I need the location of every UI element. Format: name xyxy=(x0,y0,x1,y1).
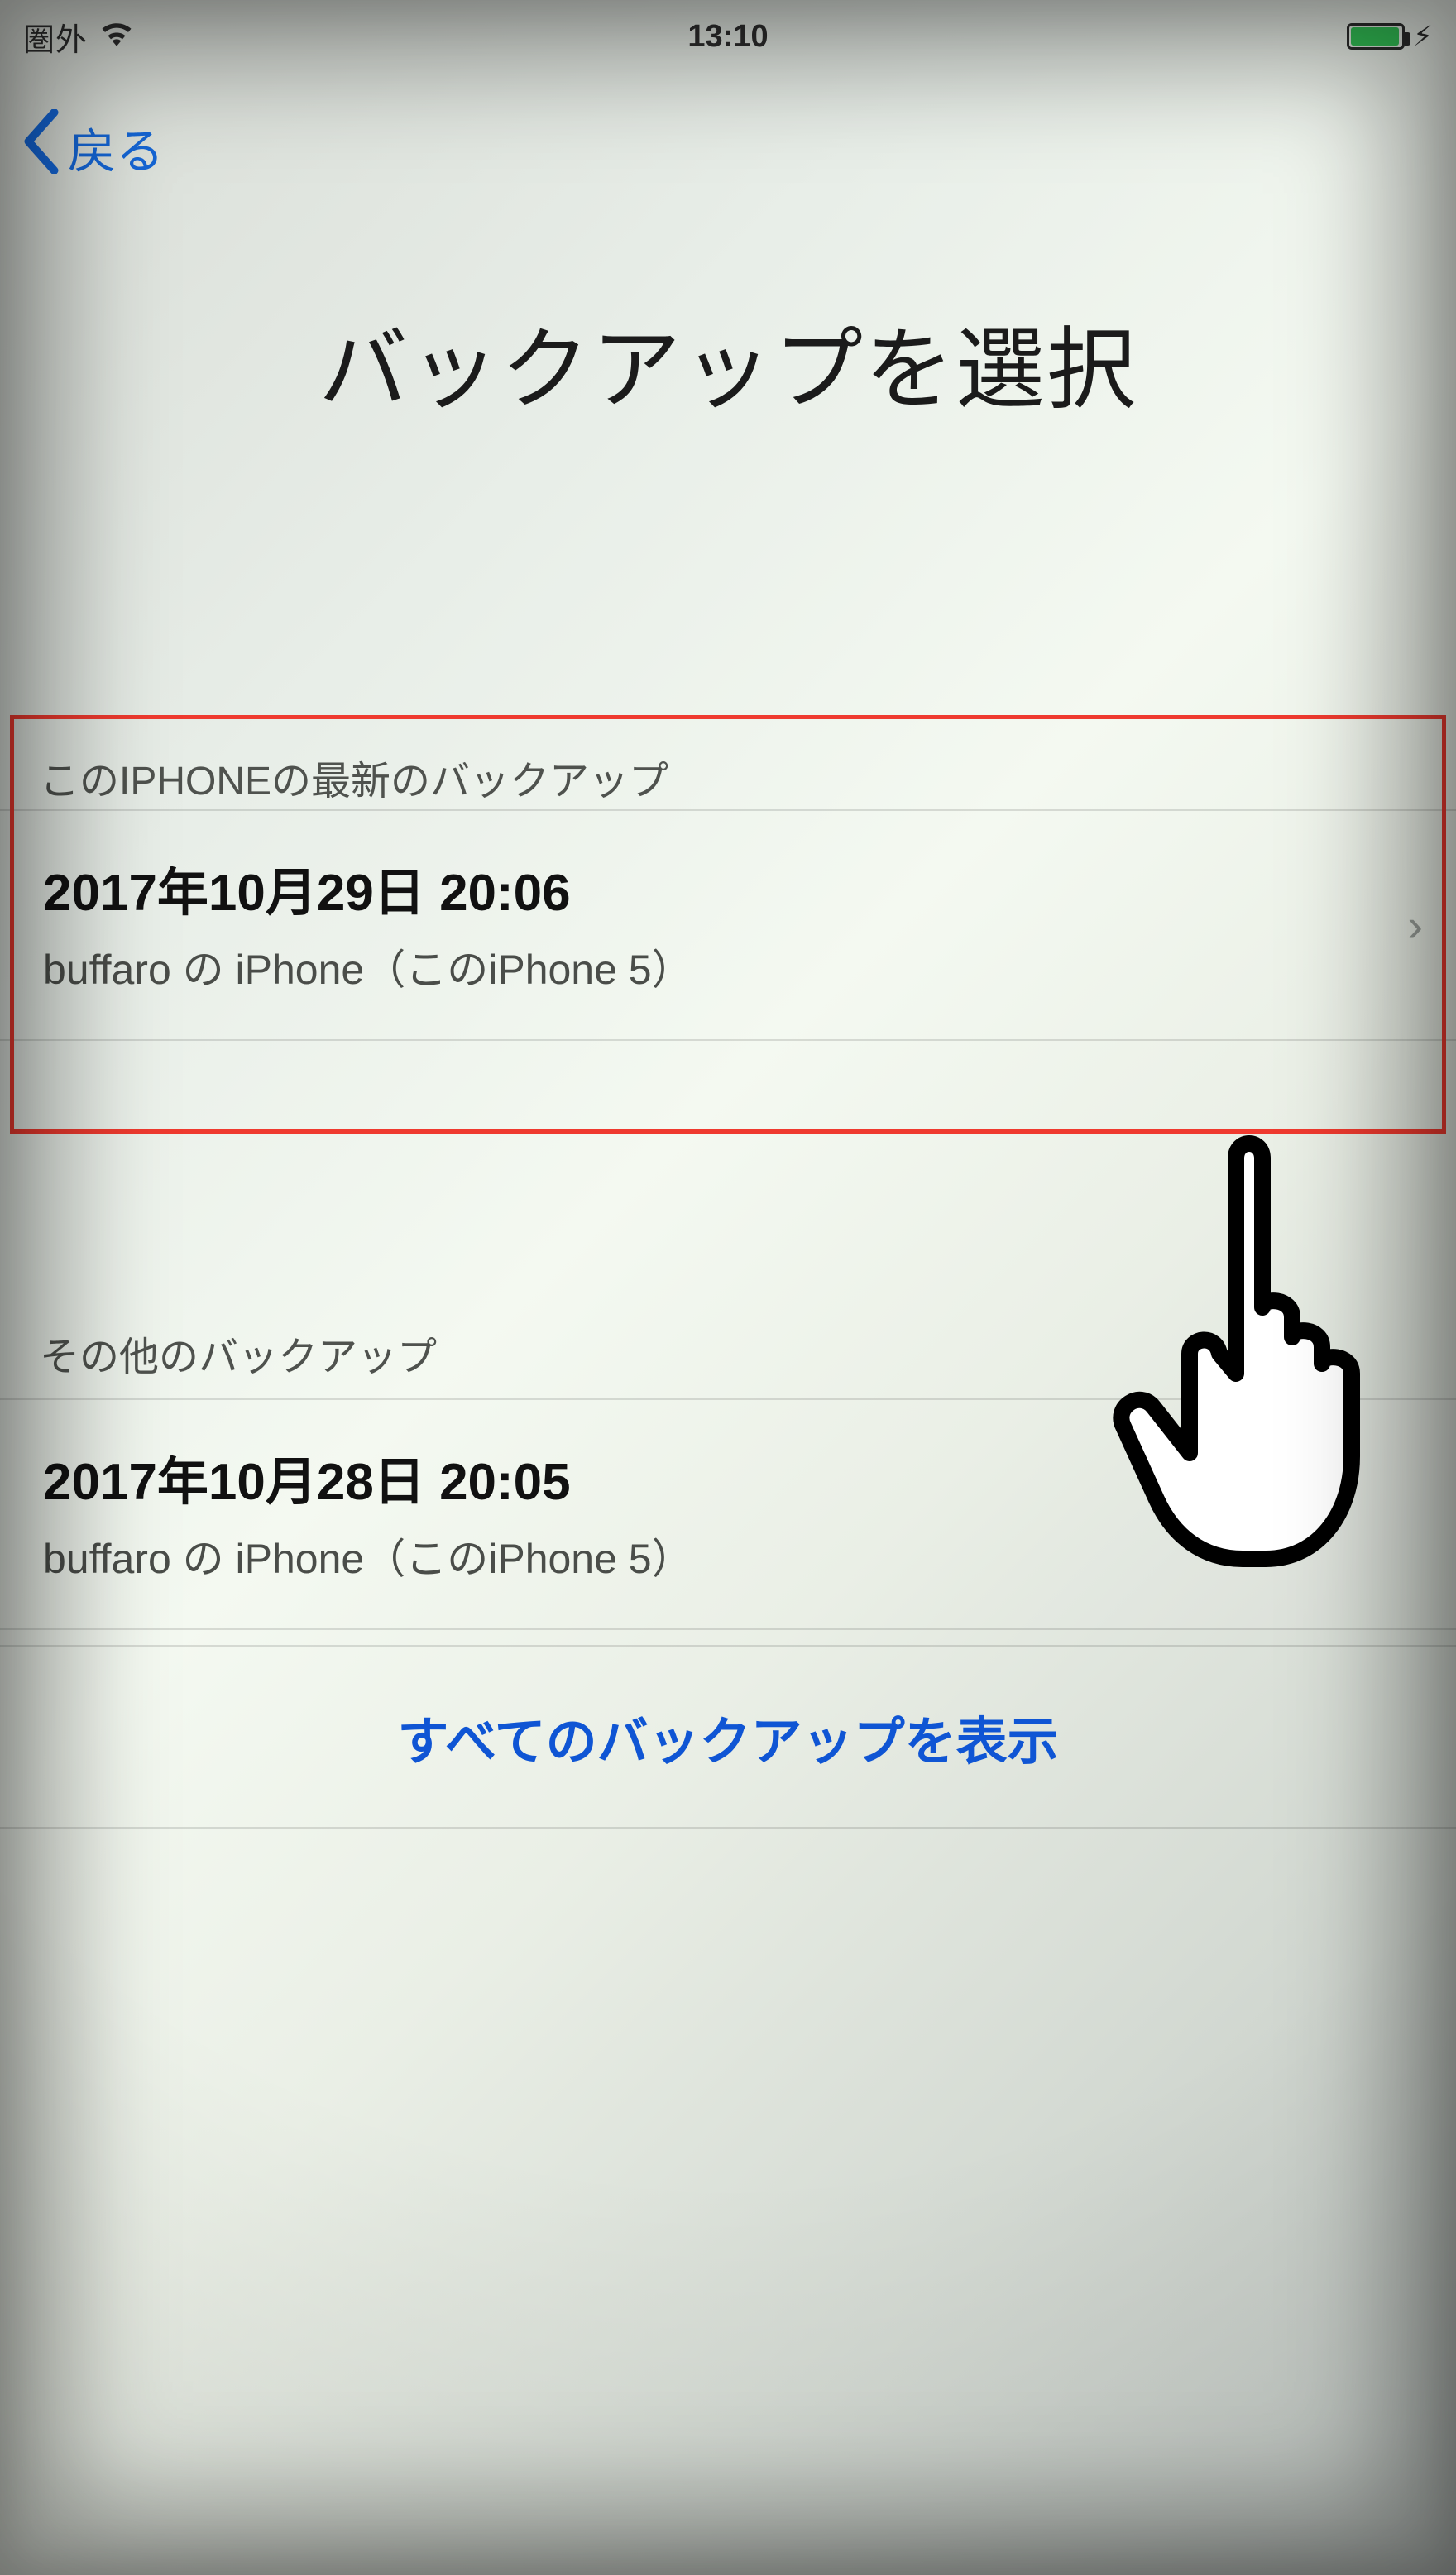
backup-datetime: 2017年10月28日 20:05 xyxy=(43,1440,1413,1514)
section-header-other: その他のバックアップ xyxy=(0,1324,1456,1402)
back-button[interactable]: 戻る xyxy=(22,109,164,185)
backup-item-latest[interactable]: 2017年10月29日 20:06 buffaro の iPhone（このiPh… xyxy=(0,809,1456,1041)
page-title: バックアップを選択 xyxy=(0,298,1456,427)
cell-group-other: 2017年10月28日 20:05 buffaro の iPhone（このiPh… xyxy=(0,1398,1456,1630)
charging-icon: ⚡︎ xyxy=(1413,20,1433,53)
status-time: 13:10 xyxy=(687,19,768,55)
backup-device: buffaro の iPhone（このiPhone 5） xyxy=(43,1526,1413,1585)
back-label: 戻る xyxy=(68,113,164,182)
cell-group-latest: 2017年10月29日 20:06 buffaro の iPhone（このiPh… xyxy=(0,809,1456,1041)
nav-bar: 戻る xyxy=(0,98,1456,197)
show-all-backups-button[interactable]: すべてのバックアップを表示 xyxy=(0,1645,1456,1829)
chevron-right-icon: › xyxy=(1407,899,1423,952)
backup-datetime: 2017年10月29日 20:06 xyxy=(43,851,1413,925)
status-right: ⚡︎ xyxy=(1347,20,1433,53)
backup-device: buffaro の iPhone（このiPhone 5） xyxy=(43,937,1413,996)
status-bar: 圏外 13:10 ⚡︎ xyxy=(0,0,1456,73)
wifi-icon xyxy=(99,19,134,55)
backup-item-other[interactable]: 2017年10月28日 20:05 buffaro の iPhone（このiPh… xyxy=(0,1398,1456,1630)
chevron-left-icon xyxy=(22,109,61,185)
battery-icon xyxy=(1347,23,1405,50)
carrier-label: 圏外 xyxy=(23,14,88,60)
status-left: 圏外 xyxy=(23,14,134,60)
